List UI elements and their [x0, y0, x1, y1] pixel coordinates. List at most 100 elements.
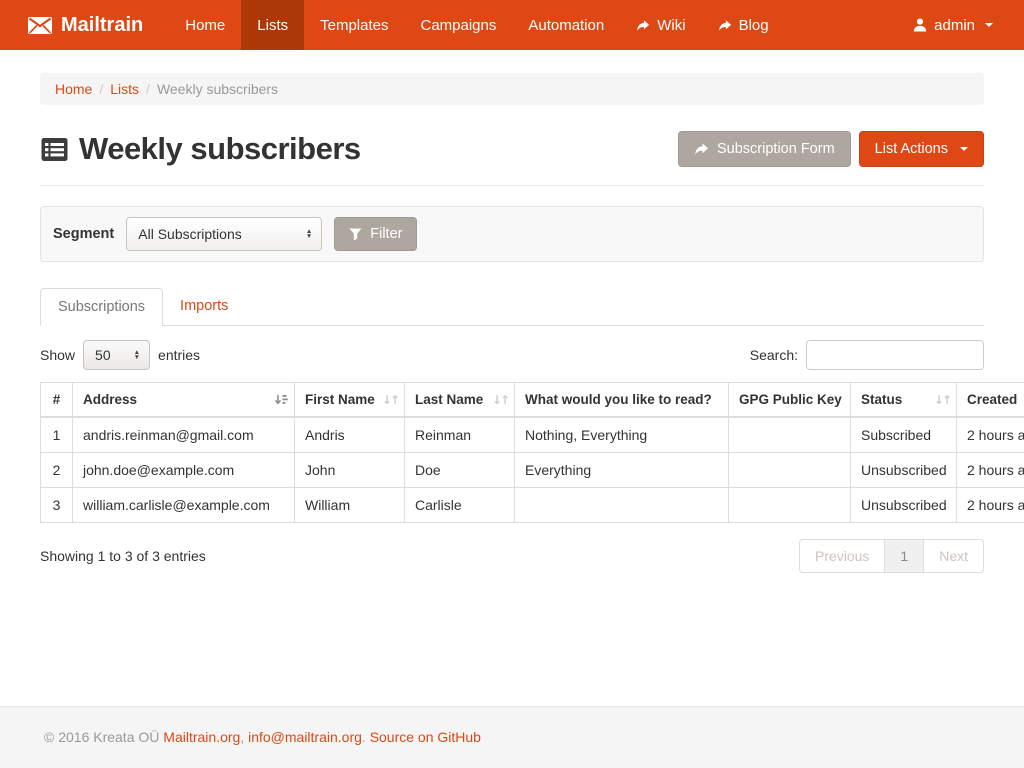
page-length-select[interactable]: 50 ▲▼ [83, 340, 150, 370]
footer-separator: . [362, 729, 370, 745]
nav-item-blog[interactable]: Blog [702, 0, 785, 50]
nav-item-label: Templates [320, 17, 388, 34]
table-cell [515, 488, 729, 523]
table-cell: john.doe@example.com [73, 453, 295, 488]
segment-label: Segment [53, 226, 114, 242]
column-header-what-would-you-like-to-read: What would you like to read? [515, 383, 729, 418]
breadcrumb-lists[interactable]: Lists [110, 81, 139, 97]
nav-item-templates[interactable]: Templates [304, 0, 404, 50]
show-label: Show [40, 347, 75, 363]
external-link-icon [636, 19, 650, 32]
brand-label: Mailtrain [61, 14, 143, 37]
copyright-text: © 2016 Kreata OÜ [44, 729, 163, 745]
mailtrain-logo-icon [27, 16, 53, 35]
list-actions-button[interactable]: List Actions [859, 131, 984, 167]
sort-both-icon: ↓↑ [382, 393, 398, 407]
table-cell [729, 453, 851, 488]
nav-item-label: Home [185, 17, 225, 34]
column-header-address[interactable]: Address [73, 383, 295, 418]
tab-imports[interactable]: Imports [163, 288, 245, 326]
column-header-last-name[interactable]: Last Name ↓↑ [405, 383, 515, 418]
page-1-button[interactable]: 1 [884, 539, 924, 573]
footer: © 2016 Kreata OÜ Mailtrain.org, info@mai… [0, 706, 1024, 768]
column-header-status[interactable]: Status↓↑ [851, 383, 957, 418]
list-actions-label: List Actions [875, 141, 948, 157]
filter-label: Filter [370, 226, 402, 242]
page-title: Weekly subscribers [79, 131, 361, 167]
table-cell: 2 hours ago [957, 417, 1024, 453]
previous-page-button[interactable]: Previous [799, 539, 885, 573]
segment-select[interactable]: All Subscriptions ▲▼ [126, 217, 322, 251]
user-label: admin [934, 17, 975, 34]
table-cell: Unsubscribed [851, 453, 957, 488]
breadcrumb-home[interactable]: Home [55, 81, 92, 97]
subscription-form-label: Subscription Form [717, 141, 835, 157]
table-cell: Nothing, Everything [515, 417, 729, 453]
nav-item-label: Lists [257, 17, 288, 34]
column-label: What would you like to read? [525, 392, 712, 407]
table-cell: John [295, 453, 405, 488]
chevron-down-icon [985, 23, 993, 27]
column-label: Last Name [415, 392, 483, 407]
table-cell: 2 hours ago [957, 453, 1024, 488]
table-cell: Subscribed [851, 417, 957, 453]
nav-item-lists[interactable]: Lists [241, 0, 304, 50]
page-header: Weekly subscribers Subscription Form Lis… [40, 131, 984, 167]
search-label: Search: [750, 347, 798, 363]
column-header-created: Created [957, 383, 1024, 418]
select-arrows-icon: ▲▼ [134, 350, 140, 361]
breadcrumb-current: Weekly subscribers [157, 81, 278, 97]
column-header-first-name[interactable]: First Name ↓↑ [295, 383, 405, 418]
select-arrows-icon: ▲▼ [306, 229, 312, 240]
segment-select-value: All Subscriptions [138, 226, 242, 242]
breadcrumb-separator: / [99, 81, 103, 97]
external-link-icon [718, 19, 732, 32]
breadcrumb-separator: / [146, 81, 150, 97]
table-cell [729, 488, 851, 523]
table-cell: Doe [405, 453, 515, 488]
nav-item-label: Automation [528, 17, 604, 34]
list-controls: Show 50 ▲▼ entries Search: [40, 340, 984, 370]
brand-link[interactable]: Mailtrain [25, 0, 155, 50]
chevron-down-icon [960, 147, 968, 151]
pagination: Previous 1 Next [799, 539, 984, 573]
column-header-gpg-public-key: GPG Public Key [729, 383, 851, 418]
table-cell: 1 [41, 417, 73, 453]
segment-bar: Segment All Subscriptions ▲▼ Filter [40, 206, 984, 262]
page-length-value: 50 [95, 347, 111, 363]
column-label: # [53, 392, 61, 407]
search-input[interactable] [806, 340, 984, 370]
share-arrow-icon [694, 142, 709, 156]
footer-separator: , [240, 729, 248, 745]
column-label: GPG Public Key [739, 392, 842, 407]
column-header-num: # [41, 383, 73, 418]
column-label: Created [967, 392, 1017, 407]
filter-icon [349, 228, 362, 241]
user-menu[interactable]: admin [906, 0, 999, 50]
nav-item-automation[interactable]: Automation [512, 0, 620, 50]
nav-item-label: Blog [739, 17, 769, 34]
column-label: First Name [305, 392, 375, 407]
table-row: 1andris.reinman@gmail.comAndrisReinmanNo… [41, 417, 1024, 453]
filter-button[interactable]: Filter [334, 217, 417, 251]
source-github-link[interactable]: Source on GitHub [370, 729, 481, 745]
column-label: Status [861, 392, 902, 407]
nav-item-campaigns[interactable]: Campaigns [404, 0, 512, 50]
navbar: Mailtrain Home Lists Templates Campaigns Aut… [0, 0, 1024, 50]
entries-info: Showing 1 to 3 of 3 entries [40, 548, 206, 564]
tab-subscriptions[interactable]: Subscriptions [40, 288, 163, 326]
table-cell [729, 417, 851, 453]
mailtrain-org-link[interactable]: Mailtrain.org [163, 729, 240, 745]
table-cell: andris.reinman@gmail.com [73, 417, 295, 453]
sort-both-icon: ↓↑ [492, 393, 508, 407]
breadcrumb: Home / Lists / Weekly subscribers [40, 73, 984, 105]
email-link[interactable]: info@mailtrain.org [248, 729, 362, 745]
page: Mailtrain Home Lists Templates Campaigns Aut… [0, 0, 1024, 768]
nav-item-home[interactable]: Home [169, 0, 241, 50]
divider [40, 185, 984, 186]
subscription-form-button[interactable]: Subscription Form [678, 131, 851, 167]
next-page-button[interactable]: Next [923, 539, 984, 573]
nav-item-label: Campaigns [420, 17, 496, 34]
nav-item-wiki[interactable]: Wiki [620, 0, 701, 50]
list-icon [40, 135, 69, 164]
